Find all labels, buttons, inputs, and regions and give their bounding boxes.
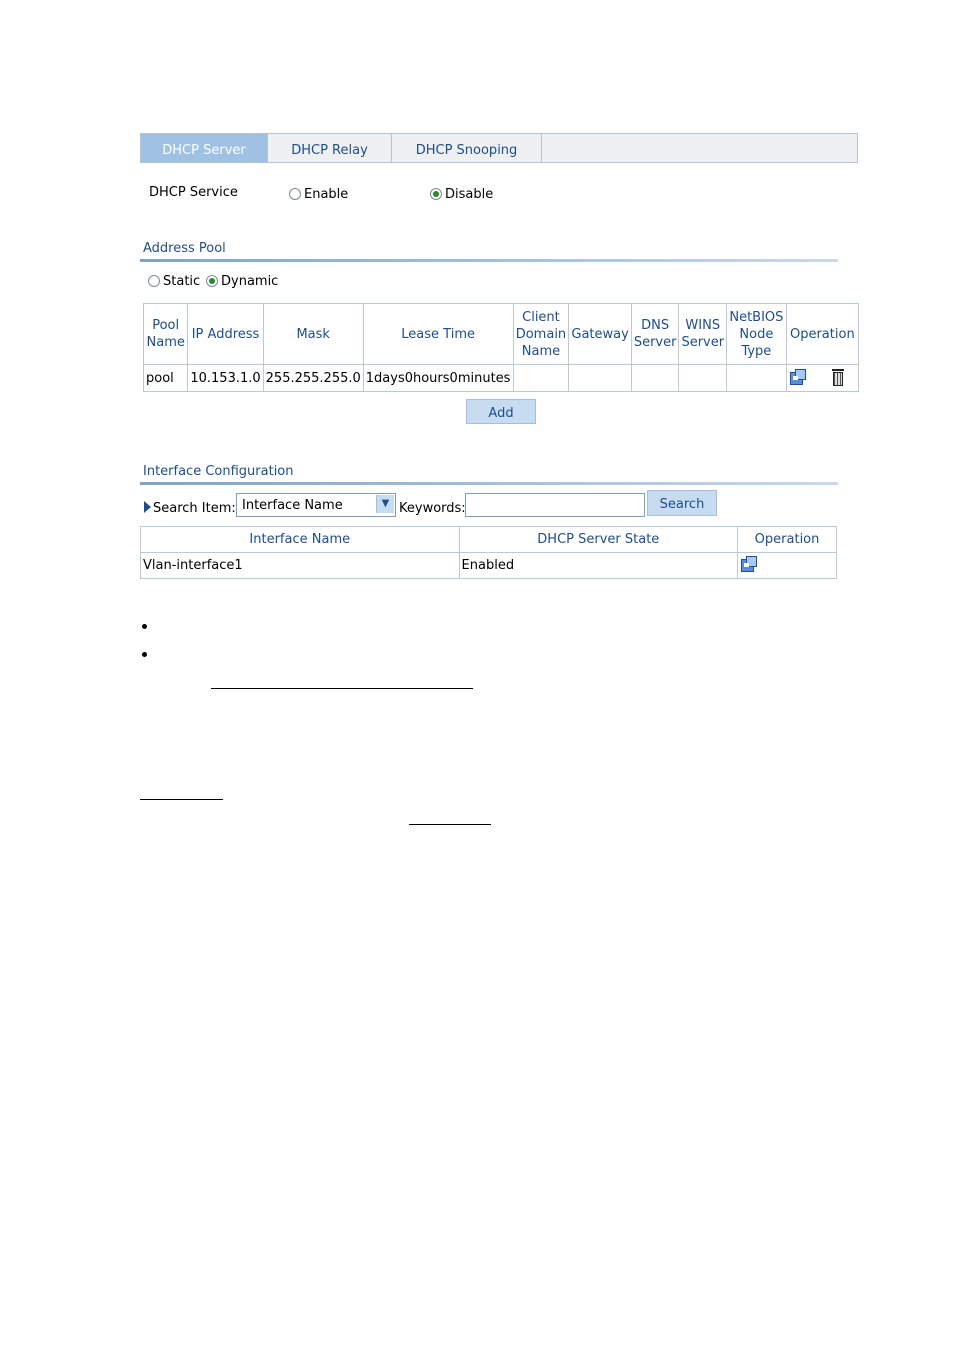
col-netbios: NetBIOS Node Type bbox=[726, 303, 787, 365]
link-underline[interactable] bbox=[211, 688, 473, 689]
section-divider bbox=[140, 259, 838, 262]
operation-cell bbox=[737, 552, 837, 579]
section-divider bbox=[140, 482, 838, 485]
chevron-down-icon[interactable]: ▼ bbox=[376, 495, 394, 513]
address-pool-title: Address Pool bbox=[143, 241, 226, 256]
col-operation: Operation bbox=[785, 303, 860, 365]
col-gateway: Gateway bbox=[568, 303, 632, 365]
static-radio[interactable]: Static bbox=[148, 274, 200, 289]
dns-cell bbox=[630, 364, 680, 392]
link-underline[interactable] bbox=[140, 799, 223, 800]
search-button[interactable]: Search bbox=[647, 490, 717, 516]
radio-icon[interactable] bbox=[289, 188, 301, 200]
pool-name-cell: pool bbox=[142, 364, 189, 392]
state-cell: Enabled bbox=[458, 552, 739, 579]
edit-icon[interactable] bbox=[740, 555, 758, 572]
static-label: Static bbox=[163, 274, 201, 289]
lease-time-cell: 1days0hours0minutes bbox=[362, 364, 514, 392]
col-operation: Operation bbox=[737, 526, 837, 553]
interface-table: Interface Name DHCP Server State Operati… bbox=[140, 526, 837, 579]
radio-selected-icon[interactable] bbox=[206, 275, 218, 287]
col-client-domain: Client Domain Name bbox=[512, 303, 570, 365]
netbios-cell bbox=[726, 364, 787, 392]
add-button[interactable]: Add bbox=[466, 399, 536, 424]
triangle-right-icon bbox=[144, 501, 151, 513]
search-item-value: Interface Name bbox=[242, 498, 343, 513]
keywords-label: Keywords: bbox=[399, 501, 466, 516]
dynamic-radio[interactable]: Dynamic bbox=[206, 274, 278, 289]
dhcp-service-label: DHCP Service bbox=[149, 185, 238, 200]
ip-address-cell: 10.153.1.0 bbox=[187, 364, 264, 392]
radio-selected-icon[interactable] bbox=[430, 188, 442, 200]
col-dhcp-server-state: DHCP Server State bbox=[458, 526, 739, 553]
operation-cell bbox=[785, 364, 860, 392]
col-dns-server: DNS Server bbox=[630, 303, 680, 365]
keywords-input[interactable] bbox=[465, 493, 645, 517]
radio-icon[interactable] bbox=[148, 275, 160, 287]
dynamic-label: Dynamic bbox=[221, 274, 279, 289]
col-lease-time: Lease Time bbox=[362, 303, 514, 365]
trash-icon[interactable] bbox=[831, 368, 844, 386]
enable-radio[interactable]: Enable bbox=[289, 187, 348, 202]
tab-dhcp-relay[interactable]: DHCP Relay bbox=[268, 134, 392, 162]
address-pool-table: Pool Name IP Address Mask Lease Time Cli… bbox=[142, 303, 860, 392]
wins-cell bbox=[678, 364, 728, 392]
interface-name-cell: Vlan-interface1 bbox=[140, 552, 460, 579]
client-domain-cell bbox=[512, 364, 570, 392]
interface-config-title: Interface Configuration bbox=[143, 464, 294, 479]
search-item-text: Search Item: bbox=[153, 501, 236, 516]
col-ip-address: IP Address bbox=[187, 303, 264, 365]
edit-icon[interactable] bbox=[789, 368, 806, 385]
col-mask: Mask bbox=[262, 303, 364, 365]
disable-label: Disable bbox=[445, 187, 494, 202]
col-wins-server: WINS Server bbox=[678, 303, 728, 365]
bullet bbox=[142, 624, 147, 629]
table-row: Vlan-interface1 Enabled bbox=[140, 552, 837, 579]
search-item-select[interactable]: Interface Name ▼ bbox=[236, 493, 396, 517]
bullet bbox=[142, 652, 147, 657]
mask-cell: 255.255.255.0 bbox=[262, 364, 364, 392]
col-pool-name: Pool Name bbox=[142, 303, 189, 365]
tab-dhcp-server[interactable]: DHCP Server bbox=[141, 134, 268, 162]
link-underline[interactable] bbox=[409, 824, 491, 825]
gateway-cell bbox=[568, 364, 632, 392]
disable-radio[interactable]: Disable bbox=[430, 187, 493, 202]
col-interface-name: Interface Name bbox=[140, 526, 460, 553]
table-row: pool 10.153.1.0 255.255.255.0 1days0hour… bbox=[142, 364, 860, 392]
tab-bar: DHCP Server DHCP Relay DHCP Snooping bbox=[140, 133, 858, 163]
enable-label: Enable bbox=[304, 187, 349, 202]
search-item-label: Search Item: bbox=[144, 501, 236, 516]
tab-dhcp-snooping[interactable]: DHCP Snooping bbox=[392, 134, 542, 162]
